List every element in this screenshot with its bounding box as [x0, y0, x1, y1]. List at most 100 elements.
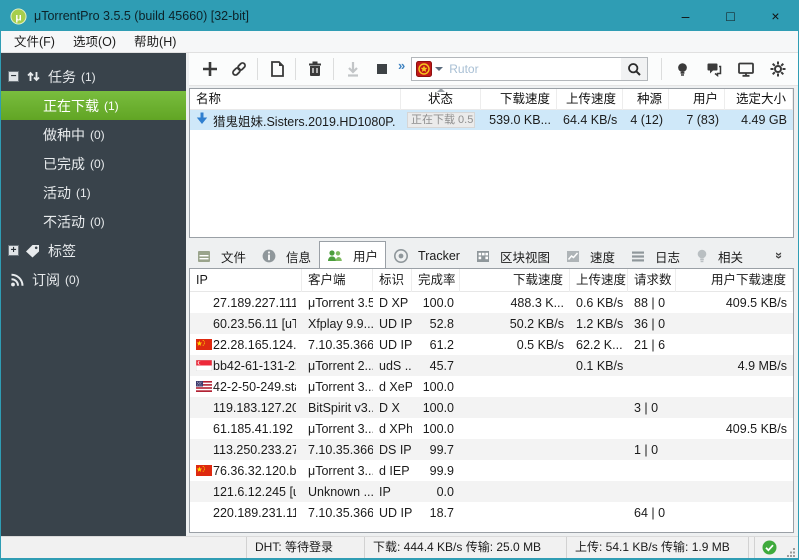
create-torrent-button[interactable]	[262, 56, 291, 82]
tab-Tracker[interactable]: Tracker	[386, 243, 468, 268]
torrent-list-panel: 名称 状态 下载速度 上传速度 种源 用户 选定大小 猎鬼姐妹.Sisters.2019.H…	[189, 88, 794, 238]
tab-文件[interactable]: 文件	[189, 243, 254, 268]
torrent-list-header: 名称 状态 下载速度 上传速度 种源 用户 选定大小	[190, 89, 793, 110]
peer-row[interactable]: 42-2-50-249.stat... μTorrent 3.... d XeP 10…	[190, 376, 793, 397]
stop-button[interactable]	[367, 56, 396, 82]
search-icon[interactable]	[621, 58, 648, 80]
peer-row[interactable]: 61.185.41.192 [u... μTorrent 3.... d XPh 10…	[190, 418, 793, 439]
peer-row[interactable]: 76.36.32.120.bro... μTorrent 3.... d IEP 99…	[190, 460, 793, 481]
tab-label: 速度	[589, 250, 615, 265]
peer-flags-cell: UD IP	[379, 337, 412, 352]
peer-ip-cell: 42-2-50-249.stat...	[190, 380, 302, 394]
remote-devices-button[interactable]	[730, 56, 762, 82]
column-header-up[interactable]: 上传速度	[570, 269, 628, 292]
peer-udl-cell: 409.5 KB/s	[725, 421, 787, 436]
peer-pct-cell: 0.0	[436, 484, 454, 499]
peer-pct-cell: 61.2	[429, 337, 454, 352]
torrent-seeds-cell: 4 (12)	[630, 113, 663, 127]
add-link-button[interactable]	[224, 56, 253, 82]
column-header-pct[interactable]: 完成率	[412, 269, 460, 292]
peer-row[interactable]: 22.28.165.124.ad... 7.10.35.366 UD IP 61.2 0…	[190, 334, 793, 355]
remove-torrent-button[interactable]	[300, 56, 329, 82]
peer-ip-cell: 113.250.233.27 [...	[190, 443, 302, 457]
peer-row[interactable]: 27.189.227.111 [... μTorrent 3.5 D XP 100.0…	[190, 292, 793, 313]
peer-flags-cell: D X	[379, 400, 400, 415]
related-icon	[696, 249, 713, 263]
tab-用户[interactable]: 用户	[319, 241, 387, 268]
expand-icon[interactable]: +	[8, 245, 19, 256]
peer-pct-cell: 99.7	[429, 442, 454, 457]
column-header-size[interactable]: 选定大小	[725, 89, 793, 110]
sidebar-item-feeds[interactable]: 订阅 (0)	[1, 265, 186, 294]
sidebar-item-downloading[interactable]: 正在下载 (1)	[1, 91, 186, 120]
torrent-up-cell: 64.4 KB/s	[563, 113, 618, 127]
peer-client-cell: μTorrent 3.5	[308, 295, 373, 310]
statusbar-spacer	[1, 537, 246, 559]
peer-row[interactable]: 119.183.127.207 BitSpirit v3.... D X 100.0 3…	[190, 397, 793, 418]
column-header-down[interactable]: 下载速度	[481, 89, 557, 110]
add-torrent-button[interactable]	[195, 56, 224, 82]
search-engine-dropdown-icon[interactable]	[435, 67, 444, 71]
tracker-icon	[394, 249, 413, 263]
peer-ip-cell: 22.28.165.124.ad...	[190, 338, 302, 352]
search-input[interactable]	[449, 62, 622, 76]
tab-速度[interactable]: 速度	[558, 243, 623, 268]
peer-ip: 60.23.56.11 [uTP]	[213, 316, 296, 331]
column-header-req[interactable]: 请求数	[628, 269, 676, 292]
column-header-status[interactable]: 状态	[401, 89, 481, 110]
peer-up-cell: 0.1 KB/s	[576, 358, 624, 373]
peer-client-cell: Xfplay 9.9....	[308, 316, 373, 331]
column-header-up[interactable]: 上传速度	[557, 89, 623, 110]
status-progress: 正在下载 0.5 %	[407, 112, 475, 128]
sidebar-item-inactive[interactable]: 不活动 (0)	[1, 207, 186, 236]
collapse-icon[interactable]: −	[8, 71, 19, 82]
sidebar-item-label: 已完成	[43, 155, 85, 172]
column-header-udl[interactable]: 用户下载速度	[676, 269, 793, 292]
resize-grip[interactable]	[784, 537, 798, 559]
peer-pct-cell: 100.0	[422, 421, 454, 436]
peer-row[interactable]: 220.189.231.118 ... 7.10.35.366 UD IP 18.7 6…	[190, 502, 793, 523]
column-header-down[interactable]: 下载速度	[460, 269, 570, 292]
menu-options[interactable]: 选项(O)	[64, 31, 125, 53]
toolbar-overflow-chevron[interactable]: »	[398, 58, 405, 73]
start-button[interactable]	[338, 56, 367, 82]
search-engine-icon[interactable]	[416, 61, 433, 77]
torrent-row[interactable]: 猎鬼姐妹.Sisters.2019.HD1080P.X... 正在下载 0.5 %…	[190, 110, 793, 130]
chat-button[interactable]	[698, 56, 730, 82]
maximize-button[interactable]: □	[708, 1, 753, 31]
menu-help[interactable]: 帮助(H)	[125, 31, 185, 53]
sidebar-item-tasks[interactable]: − 任务 (1)	[1, 62, 186, 91]
peer-client-cell: μTorrent 3....	[308, 421, 373, 436]
remote-bulb-button[interactable]	[666, 56, 698, 82]
tab-日志[interactable]: 日志	[623, 243, 688, 268]
column-header-client[interactable]: 客户端	[302, 269, 373, 292]
peer-down-cell: 0.5 KB/s	[516, 337, 564, 352]
tab-区块视图[interactable]: 区块视图	[468, 243, 558, 268]
peer-row[interactable]: 113.250.233.27 [... 7.10.35.366 DS IP 99.7 1…	[190, 439, 793, 460]
flag-sg-icon	[196, 360, 213, 371]
column-header-seeds[interactable]: 种源	[623, 89, 669, 110]
tab-相关[interactable]: 相关	[688, 243, 751, 268]
minimize-button[interactable]: –	[663, 1, 708, 31]
column-header-name[interactable]: 名称	[190, 89, 401, 110]
peer-row[interactable]: 60.23.56.11 [uTP] Xfplay 9.9.... UD IP 52.8…	[190, 313, 793, 334]
tab-信息[interactable]: 信息	[254, 243, 319, 268]
tab-label: 文件	[221, 250, 247, 265]
sidebar-item-labels[interactable]: + 标签	[1, 236, 186, 265]
sidebar-item-label: 活动	[43, 184, 71, 201]
peer-row[interactable]: bb42-61-131-22... μTorrent 2.... udS ... 45…	[190, 355, 793, 376]
sidebar-item-active[interactable]: 活动 (1)	[1, 178, 186, 207]
settings-gear-icon[interactable]	[762, 56, 794, 82]
column-header-flags[interactable]: 标识	[373, 269, 412, 292]
collapse-detail-button[interactable]: »	[768, 245, 792, 265]
column-header-ip[interactable]: IP	[190, 269, 302, 292]
close-button[interactable]: ×	[753, 1, 798, 31]
sidebar-item-completed[interactable]: 已完成 (0)	[1, 149, 186, 178]
column-header-peers[interactable]: 用户	[669, 89, 725, 110]
peer-pct-cell: 18.7	[429, 505, 454, 520]
menu-file[interactable]: 文件(F)	[5, 31, 64, 53]
sidebar-item-label: 不活动	[43, 213, 85, 230]
sidebar-item-count: (1)	[76, 185, 91, 200]
peer-row[interactable]: 121.6.12.245 [uTP] Unknown ... IP 0.0	[190, 481, 793, 502]
sidebar-item-seeding[interactable]: 做种中 (0)	[1, 120, 186, 149]
